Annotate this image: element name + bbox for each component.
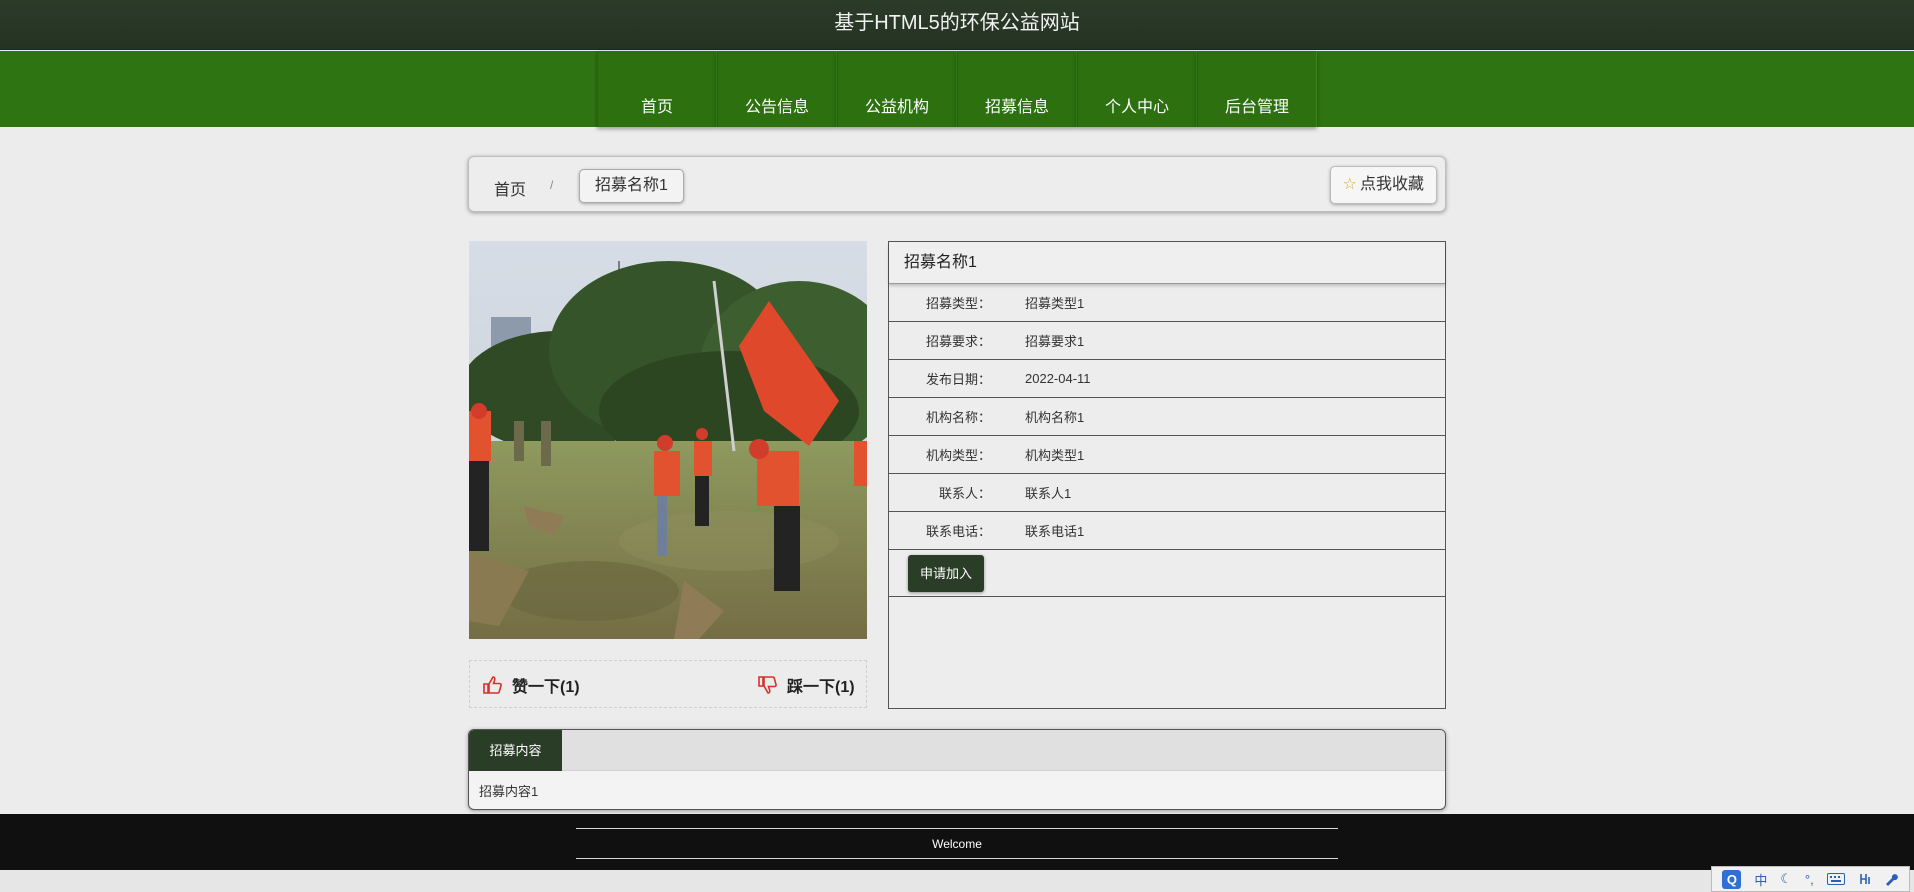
footer-divider-top <box>576 828 1338 829</box>
main-nav: 首页 公告信息 公益机构 招募信息 个人中心 后台管理 <box>597 51 1317 127</box>
footer-divider-bottom <box>576 858 1338 859</box>
detail-row-date: 发布日期： 2022-04-11 <box>889 360 1445 398</box>
detail-value: 机构名称1 <box>1025 410 1085 425</box>
content-panel: 招募内容 招募内容1 <box>468 729 1446 810</box>
detail-title: 招募名称1 <box>889 242 1445 284</box>
ime-logo-icon[interactable]: Q <box>1722 869 1742 889</box>
bottom-strip <box>0 870 1914 892</box>
ime-logo: Q <box>1722 869 1742 889</box>
detail-label: 发布日期： <box>925 372 991 387</box>
detail-value: 招募类型1 <box>1025 296 1085 311</box>
content-text: 招募内容1 <box>479 784 539 799</box>
detail-row-organization-type: 机构类型： 机构类型1 <box>889 436 1445 474</box>
dislike-label: 踩一下(1) <box>787 679 855 696</box>
footer-text: Welcome <box>932 837 982 851</box>
breadcrumb-current: 招募名称1 <box>579 169 684 203</box>
detail-value: 2022-04-11 <box>1025 371 1091 386</box>
nav-item-recruitment[interactable]: 招募信息 <box>957 51 1077 127</box>
detail-label: 招募类型： <box>925 296 991 311</box>
detail-row-contact: 联系人： 联系人1 <box>889 474 1445 512</box>
breadcrumb-home-link[interactable]: 首页 <box>494 176 526 200</box>
volunteers-photo-illustration <box>469 241 867 639</box>
dislike-button[interactable]: 踩一下(1) <box>757 673 855 697</box>
vote-box: 赞一下(1) 踩一下(1) <box>469 660 867 708</box>
footer: Welcome <box>0 814 1914 870</box>
detail-row-phone: 联系电话： 联系电话1 <box>889 512 1445 550</box>
moon-icon[interactable]: ☾ <box>1780 871 1792 887</box>
detail-label: 联系人： <box>938 486 991 501</box>
nav-item-admin[interactable]: 后台管理 <box>1197 51 1317 127</box>
detail-label: 机构类型： <box>925 448 991 463</box>
star-icon: ☆ <box>1342 176 1357 193</box>
detail-value: 机构类型1 <box>1025 448 1085 463</box>
ime-punctuation-toggle[interactable]: °, <box>1805 872 1814 887</box>
thumbs-down-icon <box>758 676 777 694</box>
like-button[interactable]: 赞一下(1) <box>482 673 580 697</box>
site-title: 基于HTML5的环保公益网站 <box>834 12 1080 34</box>
recruitment-detail-table: 招募名称1 招募类型： 招募类型1 招募要求： 招募要求1 发布日期： 2022… <box>888 241 1446 709</box>
breadcrumb: 首页 / 招募名称1 ☆ 点我收藏 <box>468 156 1446 212</box>
like-label: 赞一下(1) <box>512 679 580 696</box>
content-tabs: 招募内容 <box>469 730 1445 771</box>
nav-item-announcements[interactable]: 公告信息 <box>717 51 837 127</box>
nav-item-personal-center[interactable]: 个人中心 <box>1077 51 1197 127</box>
keyboard-icon[interactable] <box>1826 873 1845 885</box>
favorite-button[interactable]: ☆ 点我收藏 <box>1329 166 1437 204</box>
apply-join-button[interactable]: 申请加入 <box>908 555 984 592</box>
ime-language-toggle[interactable]: 中 <box>1754 870 1767 889</box>
detail-value: 招募要求1 <box>1025 334 1085 349</box>
nav-bar: 首页 公告信息 公益机构 招募信息 个人中心 后台管理 <box>0 51 1914 127</box>
detail-value: 联系人1 <box>1025 486 1072 501</box>
detail-row-requirement: 招募要求： 招募要求1 <box>889 322 1445 360</box>
ime-mode-icon[interactable] <box>1858 872 1872 886</box>
top-bar: 基于HTML5的环保公益网站 <box>0 0 1914 50</box>
detail-row-organization: 机构名称： 机构名称1 <box>889 398 1445 436</box>
ime-toolbar: Q 中 ☾ °, <box>1711 866 1910 892</box>
nav-item-organizations[interactable]: 公益机构 <box>837 51 957 127</box>
apply-row: 申请加入 <box>889 550 1445 597</box>
thumbs-up-icon <box>483 676 502 694</box>
recruitment-photo <box>469 241 867 639</box>
tab-recruitment-content[interactable]: 招募内容 <box>469 730 562 771</box>
detail-label: 机构名称： <box>925 410 991 425</box>
nav-item-home[interactable]: 首页 <box>597 51 717 127</box>
detail-row-type: 招募类型： 招募类型1 <box>889 284 1445 322</box>
favorite-button-label: 点我收藏 <box>1359 176 1424 193</box>
detail-label: 联系电话： <box>925 524 991 539</box>
detail-value: 联系电话1 <box>1025 524 1085 539</box>
wrench-icon[interactable] <box>1884 872 1899 886</box>
breadcrumb-separator: / <box>550 178 554 192</box>
detail-label: 招募要求： <box>925 334 991 349</box>
